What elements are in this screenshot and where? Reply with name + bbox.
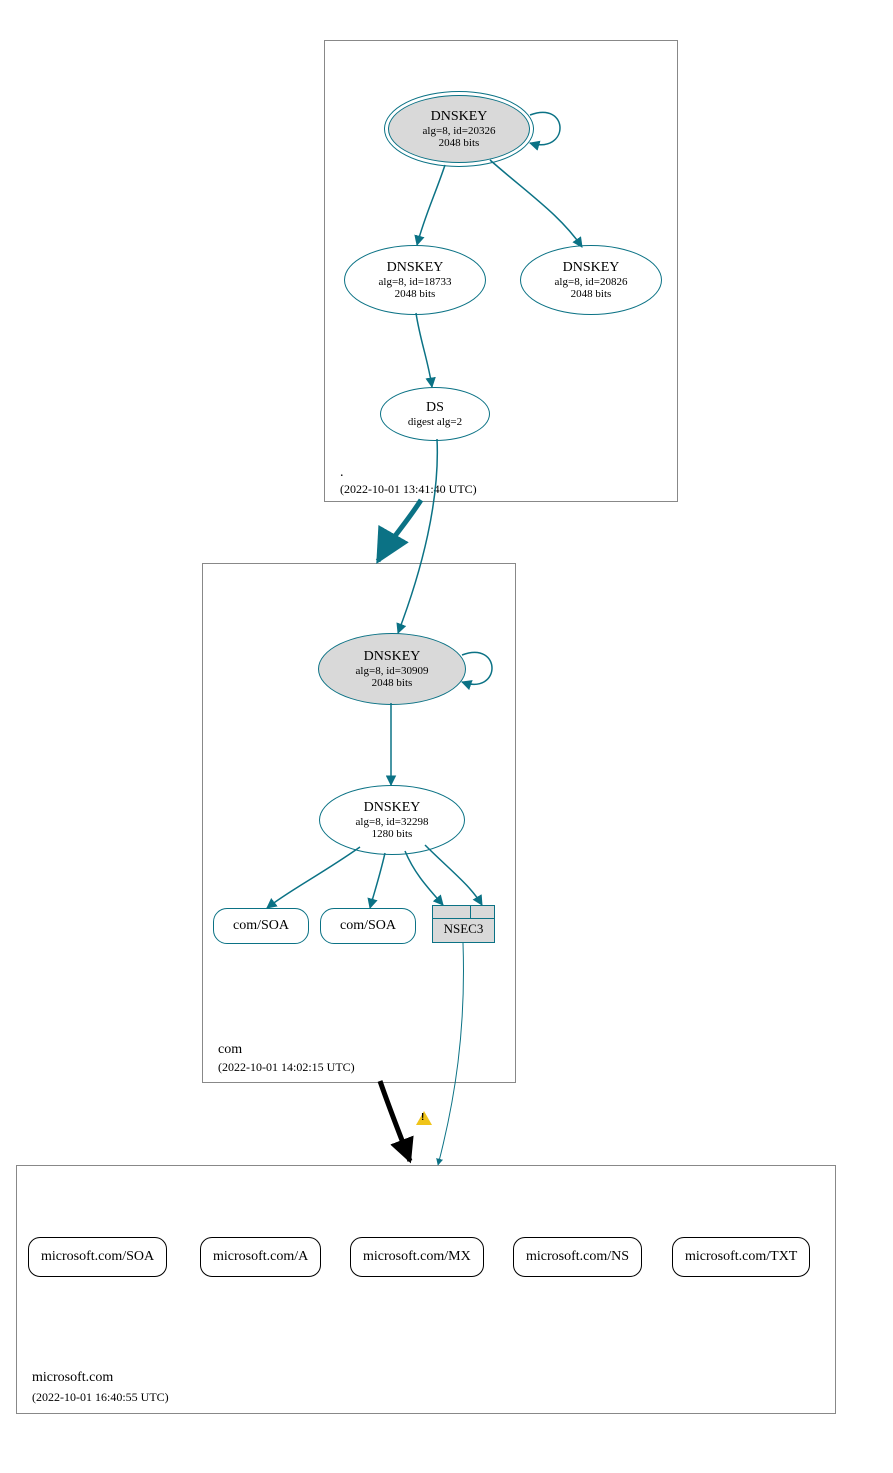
node-ms-a-label: microsoft.com/A	[213, 1249, 308, 1265]
zone-sublabel-root: (2022-10-01 13:41:40 UTC)	[340, 482, 477, 497]
zone-sublabel-ms: (2022-10-01 16:40:55 UTC)	[32, 1390, 169, 1405]
node-com-ksk: DNSKEY alg=8, id=30909 2048 bits	[318, 633, 466, 705]
node-ms-ns: microsoft.com/NS	[513, 1237, 642, 1277]
zone-label-ms: microsoft.com	[32, 1370, 113, 1386]
node-ms-txt: microsoft.com/TXT	[672, 1237, 810, 1277]
node-ms-mx-label: microsoft.com/MX	[363, 1249, 471, 1265]
node-com-ksk-title: DNSKEY	[364, 649, 421, 664]
node-com-zsk-line1: alg=8, id=32298	[356, 816, 429, 828]
node-root-zsk-line2: 2048 bits	[395, 288, 436, 300]
node-root-zsk2-title: DNSKEY	[563, 260, 620, 275]
node-com-soa1: com/SOA	[213, 908, 309, 944]
zone-label-root: .	[340, 465, 344, 481]
zone-label-com: com	[218, 1042, 242, 1058]
node-com-zsk-title: DNSKEY	[364, 800, 421, 815]
node-ms-mx: microsoft.com/MX	[350, 1237, 484, 1277]
node-nsec3: NSEC3	[432, 905, 495, 943]
node-com-ksk-line1: alg=8, id=30909	[356, 665, 429, 677]
node-com-soa2-label: com/SOA	[340, 918, 396, 934]
node-root-ksk-title: DNSKEY	[431, 109, 488, 124]
node-com-zsk-line2: 1280 bits	[372, 828, 413, 840]
node-root-ksk: DNSKEY alg=8, id=20326 2048 bits	[384, 91, 534, 167]
node-root-ds-title: DS	[426, 400, 444, 415]
node-com-zsk: DNSKEY alg=8, id=32298 1280 bits	[319, 785, 465, 855]
node-root-zsk-title: DNSKEY	[387, 260, 444, 275]
node-ms-txt-label: microsoft.com/TXT	[685, 1249, 797, 1265]
node-ms-ns-label: microsoft.com/NS	[526, 1249, 629, 1265]
node-root-ds: DS digest alg=2	[380, 387, 490, 441]
zone-box-ms	[16, 1165, 836, 1414]
node-ms-soa-label: microsoft.com/SOA	[41, 1249, 154, 1265]
node-root-zsk2-line1: alg=8, id=20826	[555, 276, 628, 288]
nsec3-header	[433, 906, 494, 919]
node-com-soa2: com/SOA	[320, 908, 416, 944]
node-root-zsk2-line2: 2048 bits	[571, 288, 612, 300]
node-ms-soa: microsoft.com/SOA	[28, 1237, 167, 1277]
zone-sublabel-com: (2022-10-01 14:02:15 UTC)	[218, 1060, 355, 1075]
node-root-ksk-line1: alg=8, id=20326	[423, 125, 496, 137]
node-ms-a: microsoft.com/A	[200, 1237, 321, 1277]
node-root-zsk-line1: alg=8, id=18733	[379, 276, 452, 288]
node-com-ksk-line2: 2048 bits	[372, 677, 413, 689]
node-root-ds-line1: digest alg=2	[408, 416, 462, 428]
node-com-soa1-label: com/SOA	[233, 918, 289, 934]
edge-com-to-ms-delegation	[380, 1081, 410, 1161]
edge-root-to-com-delegation	[378, 500, 421, 561]
node-root-zsk2: DNSKEY alg=8, id=20826 2048 bits	[520, 245, 662, 315]
node-root-zsk: DNSKEY alg=8, id=18733 2048 bits	[344, 245, 486, 315]
node-nsec3-label: NSEC3	[433, 919, 494, 941]
warning-icon	[416, 1111, 432, 1125]
node-root-ksk-line2: 2048 bits	[439, 137, 480, 149]
